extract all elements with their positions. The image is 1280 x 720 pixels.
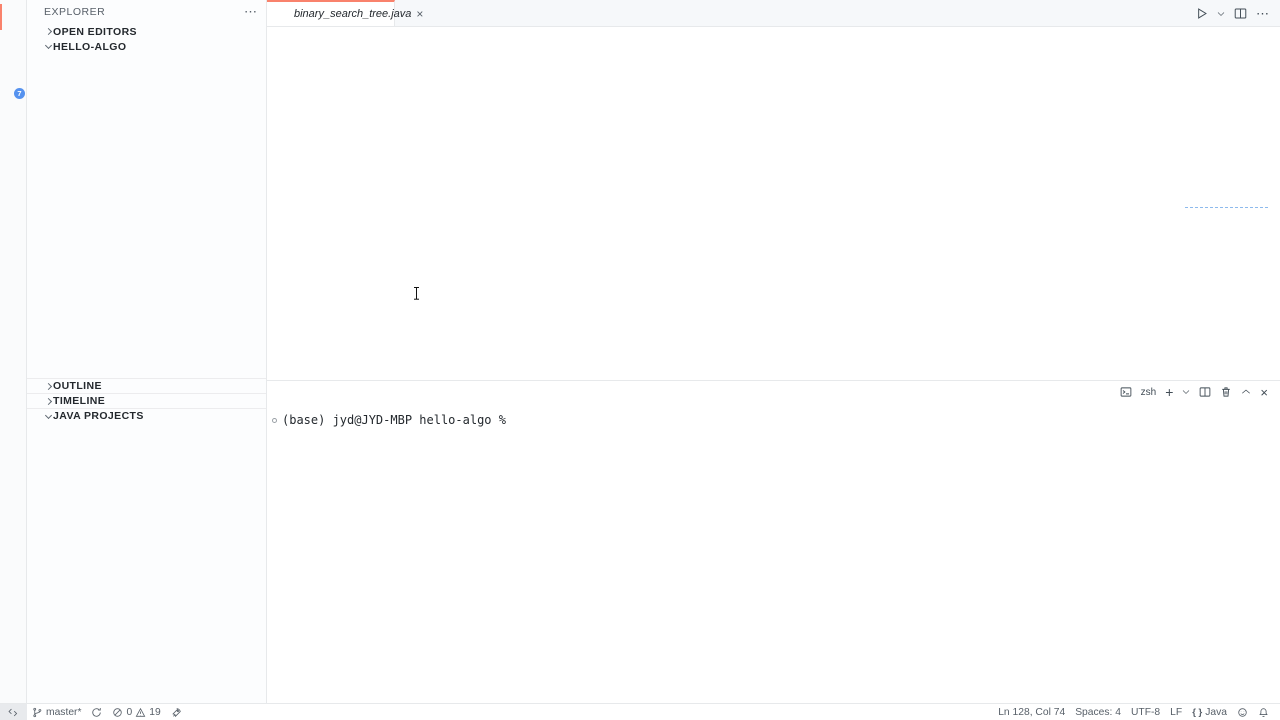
sidebar-header: EXPLORER ⋯ xyxy=(27,0,266,24)
activity-item-notebook[interactable] xyxy=(0,170,26,204)
status-bar: master* 0 19 Ln 128, Col 74 Spaces: 4 UT… xyxy=(0,703,1280,720)
sync-status[interactable] xyxy=(86,704,107,720)
branch-icon xyxy=(32,707,43,718)
editor-more-actions-icon[interactable]: ⋯ xyxy=(1256,6,1270,22)
run-java-button[interactable] xyxy=(1195,7,1208,20)
breadcrumb xyxy=(267,27,1280,40)
notifications-button[interactable] xyxy=(1253,704,1274,720)
split-terminal-button[interactable] xyxy=(1199,386,1211,398)
close-panel-button[interactable]: × xyxy=(1260,385,1268,400)
terminal-prompt: (base) jyd@JYD-MBP hello-algo % xyxy=(282,413,506,427)
split-editor-button[interactable] xyxy=(1234,7,1247,20)
problems-status[interactable]: 0 19 xyxy=(107,704,165,720)
mouse-ibeam-cursor xyxy=(413,287,420,300)
errors-count: 0 xyxy=(126,707,132,718)
sidebar-lower-sections: OUTLINE TIMELINE JAVA PROJECTS xyxy=(27,378,266,423)
sidebar-title: EXPLORER xyxy=(44,6,105,18)
panel-actions: zsh + × xyxy=(1120,381,1268,403)
overview-ruler xyxy=(1268,40,1280,380)
notebook-icon xyxy=(5,179,22,196)
new-terminal-button[interactable]: + xyxy=(1165,384,1173,400)
feedback-button[interactable] xyxy=(1232,704,1253,720)
shell-selector[interactable]: zsh xyxy=(1141,387,1157,398)
section-outline[interactable]: OUTLINE xyxy=(27,378,266,393)
branch-label: master* xyxy=(46,707,81,718)
activity-item-search[interactable] xyxy=(0,34,26,68)
terminal-icon xyxy=(1120,386,1132,398)
java-file-icon xyxy=(276,8,289,21)
accounts-icon xyxy=(5,644,22,661)
code-editor[interactable] xyxy=(267,40,1185,380)
activity-item-extensions[interactable] xyxy=(0,136,26,170)
kill-terminal-button[interactable] xyxy=(1220,386,1232,398)
errors-icon xyxy=(112,707,123,718)
activity-item-run-debug[interactable] xyxy=(0,102,26,136)
run-dropdown-icon[interactable] xyxy=(1217,10,1225,18)
git-branch-status[interactable]: master* xyxy=(27,704,86,720)
remote-indicator[interactable] xyxy=(0,704,27,720)
section-java-projects[interactable]: JAVA PROJECTS xyxy=(27,408,266,423)
editor-tab-bar: binary_search_tree.java × xyxy=(267,0,1280,27)
java-server-status[interactable] xyxy=(166,704,187,720)
activity-bar: 7 xyxy=(0,0,27,703)
terminal-dropdown-icon[interactable] xyxy=(1182,388,1190,396)
tab-binary-search-tree[interactable]: binary_search_tree.java × xyxy=(267,0,395,26)
bell-icon xyxy=(1258,707,1269,718)
feedback-smiley-icon xyxy=(1237,707,1248,718)
section-timeline[interactable]: TIMELINE xyxy=(27,393,266,408)
run-debug-icon xyxy=(5,111,22,128)
maximize-panel-button[interactable] xyxy=(1241,387,1251,397)
editor-group: binary_search_tree.java × ⋯ xyxy=(267,0,1280,380)
explorer-sidebar: EXPLORER ⋯ OPEN EDITORS HELLO-ALGO OUTLI… xyxy=(27,0,267,703)
eol-sequence[interactable]: LF xyxy=(1165,704,1187,720)
extensions-icon xyxy=(5,145,22,162)
editor-actions: ⋯ xyxy=(1195,0,1270,27)
sync-icon xyxy=(91,707,102,718)
section-root-folder[interactable]: HELLO-ALGO xyxy=(27,39,266,54)
rocket-icon xyxy=(171,707,182,718)
minimap-current-line xyxy=(1185,207,1268,208)
search-icon xyxy=(5,43,22,60)
scm-badge: 7 xyxy=(14,88,25,99)
activity-item-explorer[interactable] xyxy=(0,0,26,34)
settings-icon xyxy=(5,678,22,695)
tab-close-icon[interactable]: × xyxy=(416,7,423,21)
warnings-count: 19 xyxy=(149,707,160,718)
activity-item-settings[interactable] xyxy=(0,669,26,703)
explorer-icon xyxy=(5,9,22,26)
warnings-icon xyxy=(135,707,146,718)
activity-item-source-control[interactable]: 7 xyxy=(0,68,26,102)
prompt-indicator-icon xyxy=(272,418,277,423)
terminal-output[interactable]: (base) jyd@JYD-MBP hello-algo % xyxy=(283,413,506,427)
more-actions-icon[interactable]: ⋯ xyxy=(244,4,258,20)
indentation[interactable]: Spaces: 4 xyxy=(1070,704,1126,720)
tab-label: binary_search_tree.java xyxy=(294,8,411,20)
section-open-editors[interactable]: OPEN EDITORS xyxy=(27,24,266,39)
encoding[interactable]: UTF-8 xyxy=(1126,704,1165,720)
braces-icon: { } xyxy=(1192,707,1202,718)
cursor-position[interactable]: Ln 128, Col 74 xyxy=(993,704,1070,720)
minimap[interactable] xyxy=(1185,40,1268,380)
activity-item-accounts[interactable] xyxy=(0,635,26,669)
language-mode[interactable]: { } Java xyxy=(1187,704,1232,720)
remote-icon xyxy=(8,707,19,718)
bottom-panel: zsh + × (base) jyd@JYD-MBP hello-algo % xyxy=(267,380,1280,703)
